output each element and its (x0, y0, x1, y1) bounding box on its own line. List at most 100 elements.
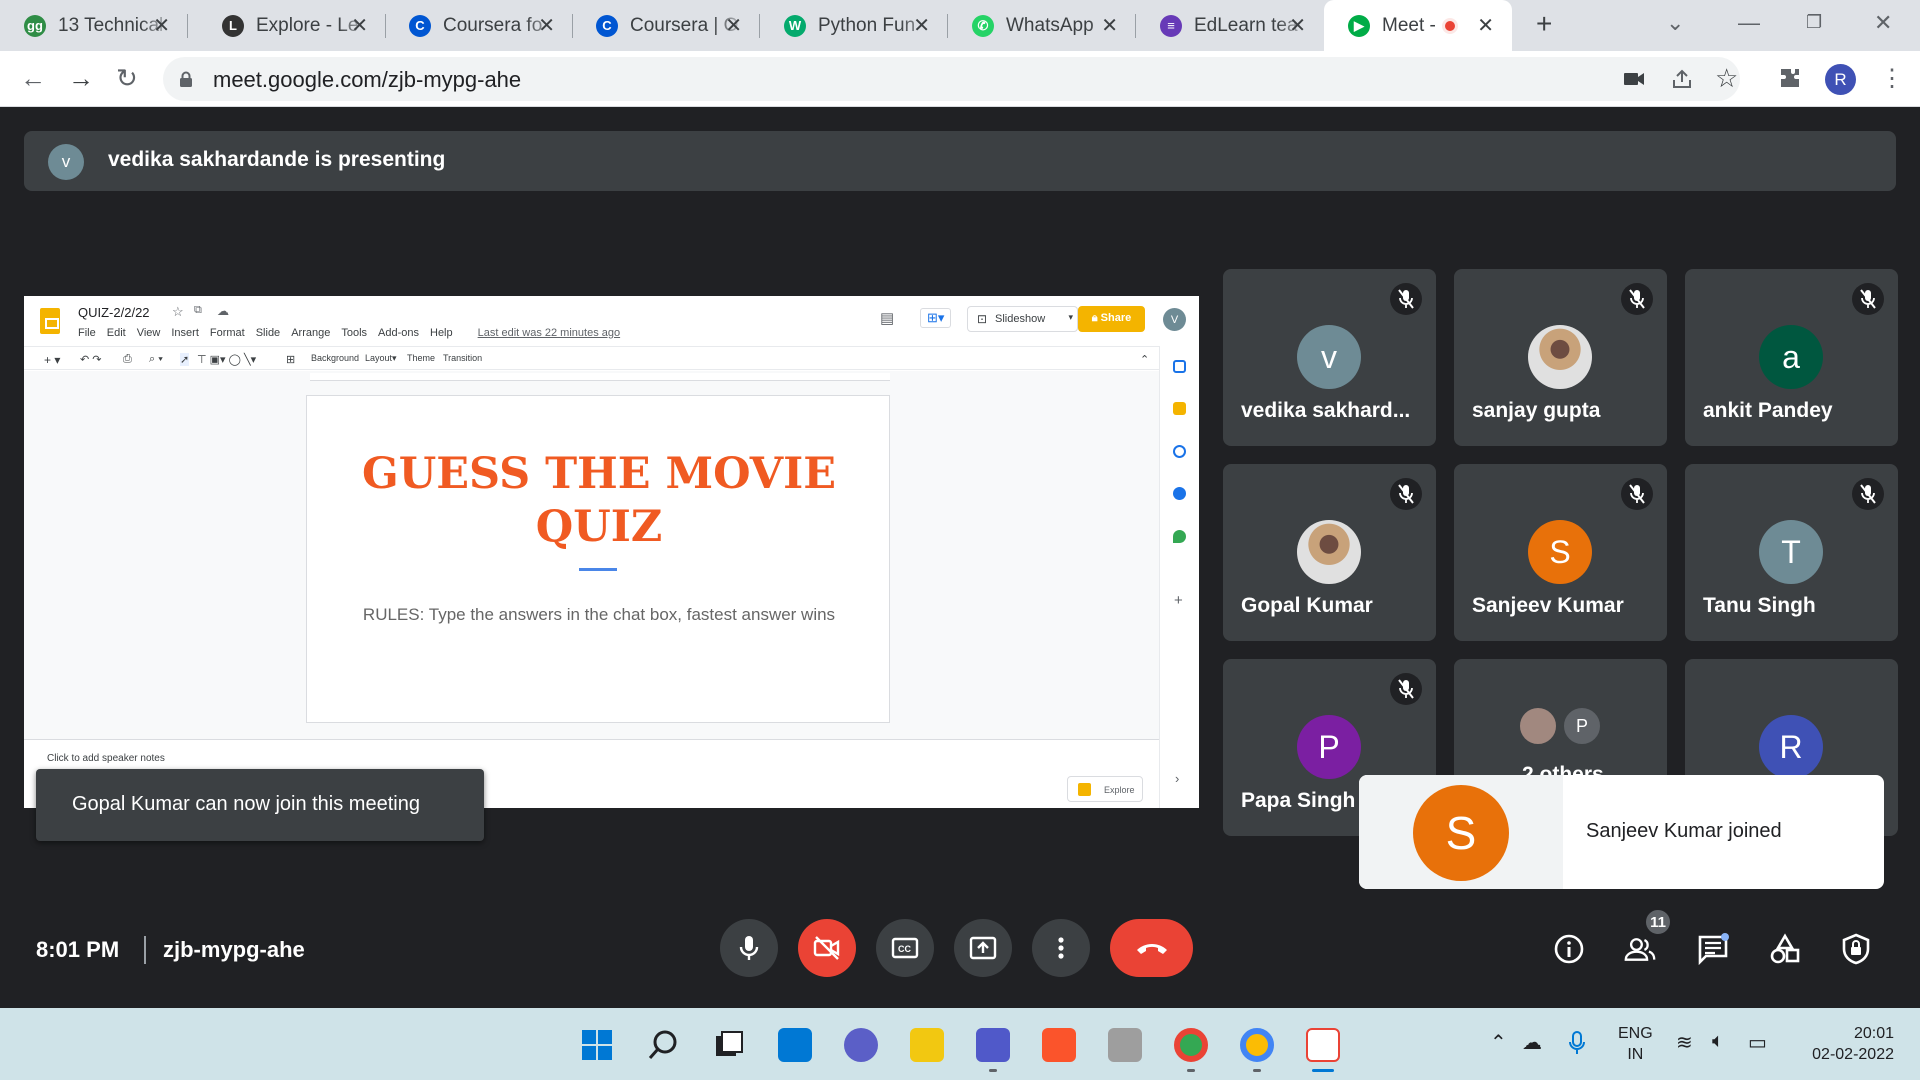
participant-tile[interactable]: Gopal Kumar (1223, 464, 1436, 641)
browser-tab[interactable]: ✆ WhatsApp ✕ (948, 0, 1136, 51)
file-explorer-icon[interactable] (910, 1028, 944, 1062)
shared-screen[interactable]: QUIZ-2/2/22 ☆ ⧉ ☁ File Edit View Insert Form… (24, 296, 1199, 808)
participant-avatar: T (1759, 520, 1823, 584)
participant-name: Sanjeev Kumar (1472, 594, 1624, 617)
chrome-icon[interactable] (1174, 1028, 1208, 1062)
host-controls-button[interactable] (1840, 933, 1872, 965)
reload-icon[interactable]: ↻ (116, 63, 138, 94)
chat-app-icon[interactable] (844, 1028, 878, 1062)
omnibox[interactable]: meet.google.com/zjb-mypg-ahe ☆ (163, 57, 1740, 101)
close-tab-icon[interactable]: ✕ (1477, 13, 1494, 38)
bookmark-star-icon[interactable]: ☆ (1715, 63, 1738, 94)
microphone-button[interactable] (720, 919, 778, 977)
browser-tab[interactable]: L Explore - Le ✕ (198, 0, 386, 51)
browser-tab[interactable]: ▶ Meet - ✕ (1324, 0, 1512, 51)
chat-button[interactable] (1697, 933, 1729, 965)
shape-tools-icon: ⊤ ▣▾ ◯ ╲▾ (197, 354, 257, 366)
browser-tab[interactable]: C Coursera fo ✕ (385, 0, 573, 51)
browser-tab[interactable]: C Coursera | O ✕ (572, 0, 760, 51)
battery-icon[interactable]: ▭ (1748, 1030, 1767, 1055)
camera-off-button[interactable] (798, 919, 856, 977)
share-label: Share (1100, 312, 1132, 324)
participant-tile[interactable]: sanjay gupta (1454, 269, 1667, 446)
w3schools-icon: W (784, 14, 806, 37)
more-options-button[interactable] (1032, 919, 1090, 977)
wifi-icon[interactable]: ≋ (1676, 1030, 1693, 1055)
browser-tab[interactable]: W Python Fun ✕ (760, 0, 948, 51)
task-view[interactable] (712, 1028, 746, 1062)
whiteboard-icon[interactable] (1108, 1028, 1142, 1062)
share-page-icon[interactable] (1671, 68, 1693, 90)
participant-photo (1518, 706, 1558, 746)
close-tab-icon[interactable]: ✕ (538, 13, 555, 38)
show-hidden-icons[interactable]: ⌃ (1490, 1030, 1507, 1055)
input-language[interactable]: ENG IN (1618, 1023, 1653, 1065)
chrome-menu-icon[interactable]: ⋮ (1880, 64, 1904, 93)
print-icon: ⎙ (123, 353, 132, 365)
close-tab-icon[interactable]: ✕ (913, 13, 930, 38)
tab-search-icon[interactable]: ⌄ (1666, 10, 1684, 36)
slideshow-icon: ⊡ (977, 312, 988, 326)
forward-icon[interactable]: → (68, 63, 94, 94)
mic-off-icon (1621, 478, 1653, 510)
extensions-icon[interactable] (1778, 66, 1802, 90)
minimize-icon[interactable]: — (1738, 10, 1760, 36)
joined-avatar: S (1413, 785, 1509, 881)
close-tab-icon[interactable]: ✕ (351, 13, 368, 38)
profile-avatar[interactable]: R (1825, 64, 1856, 95)
close-window-icon[interactable]: ✕ (1874, 10, 1892, 36)
volume-icon[interactable]: 🔈︎ (1712, 1030, 1724, 1053)
mic-off-icon (1390, 673, 1422, 705)
participant-avatar: v (1297, 325, 1361, 389)
captions-button[interactable]: CC (876, 919, 934, 977)
more-vert-icon (1058, 937, 1064, 959)
slide: GUESS THE MOVIE QUIZ RULES: Type the ans… (306, 395, 890, 723)
meeting-code: zjb-mypg-ahe (163, 937, 305, 962)
close-tab-icon[interactable]: ✕ (1289, 13, 1306, 38)
participant-avatar: S (1528, 520, 1592, 584)
participant-tile[interactable]: S Sanjeev Kumar (1454, 464, 1667, 641)
chrome-profile-icon[interactable] (1240, 1028, 1274, 1062)
participant-name: ankit Pandey (1703, 399, 1833, 422)
snipping-tool-icon[interactable] (1306, 1028, 1340, 1062)
presenting-banner: v vedika sakhardande is presenting (24, 131, 1896, 191)
mic-off-icon (1621, 283, 1653, 315)
running-indicator (989, 1069, 997, 1072)
participant-tile[interactable]: T Tanu Singh (1685, 464, 1898, 641)
meeting-details-button[interactable] (1553, 933, 1585, 965)
browser-tab[interactable]: ≡ EdLearn tea ✕ (1136, 0, 1324, 51)
cloud-saved-icon: ☁ (217, 304, 229, 318)
widgets-icon[interactable] (778, 1028, 812, 1062)
new-tab-icon[interactable]: + (1536, 8, 1552, 40)
participant-tile[interactable]: v vedika sakhard... (1223, 269, 1436, 446)
slides-menu-item: Add-ons (378, 327, 419, 339)
participant-tile[interactable]: a ankit Pandey (1685, 269, 1898, 446)
close-tab-icon[interactable]: ✕ (1101, 13, 1118, 38)
mic-off-icon (1852, 478, 1884, 510)
close-tab-icon[interactable]: ✕ (153, 13, 170, 38)
zoom-icon: ⌕ ▾ (149, 353, 163, 365)
language-code: ENG (1618, 1025, 1653, 1042)
onedrive-icon[interactable]: ☁ (1522, 1030, 1542, 1055)
brave-icon[interactable] (1042, 1028, 1076, 1062)
doc-title: QUIZ-2/2/22 (78, 305, 150, 320)
clock-time: 20:01 (1853, 1025, 1894, 1042)
participant-name: vedika sakhard... (1241, 399, 1411, 422)
mic-tray-icon[interactable] (1568, 1030, 1586, 1056)
star-icon: ☆ (172, 304, 184, 319)
browser-tab[interactable]: gg 13 Technical ✕ (0, 0, 188, 51)
camera-in-use-icon[interactable] (1623, 69, 1645, 89)
taskbar-search[interactable] (646, 1028, 680, 1062)
geeksforgeeks-icon: gg (24, 14, 46, 37)
restore-icon[interactable]: ❐ (1806, 12, 1822, 33)
present-now-button[interactable] (954, 919, 1012, 977)
teams-icon[interactable] (976, 1028, 1010, 1062)
back-icon[interactable]: ← (20, 63, 46, 94)
activities-button[interactable] (1769, 933, 1801, 965)
people-button[interactable] (1624, 933, 1656, 965)
start-button[interactable] (580, 1028, 614, 1062)
share-button: 🔒︎ Share (1078, 306, 1145, 332)
leave-call-button[interactable] (1110, 919, 1193, 977)
system-clock[interactable]: 20:01 02-02-2022 (1790, 1023, 1894, 1065)
close-tab-icon[interactable]: ✕ (725, 13, 742, 38)
